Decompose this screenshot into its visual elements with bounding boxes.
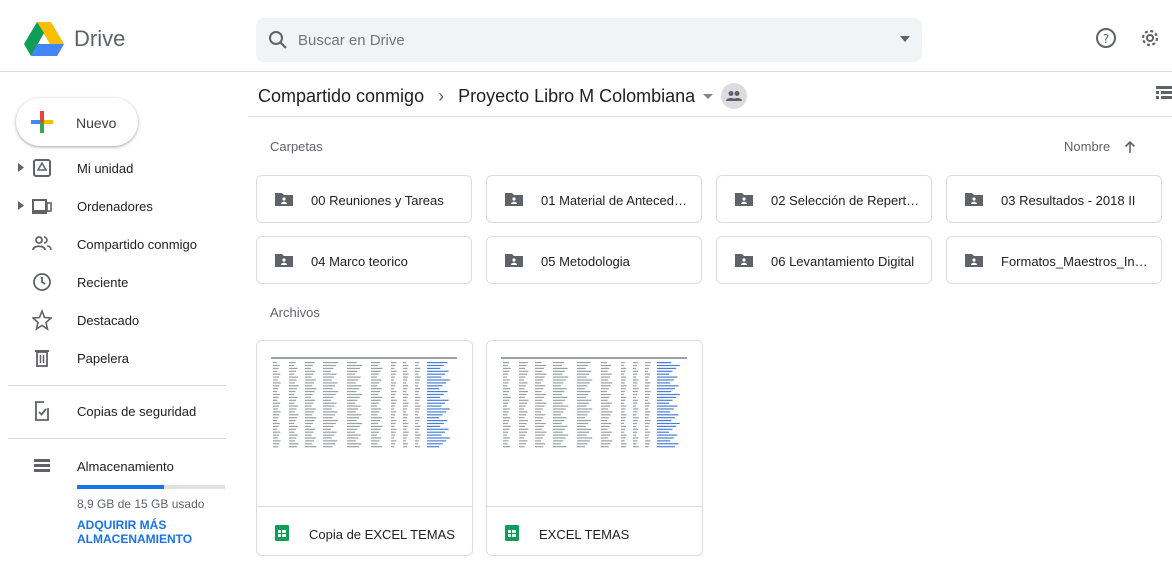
sidebar-item-label: Destacado <box>77 313 140 328</box>
folder-menu-dropdown-icon[interactable] <box>703 93 714 99</box>
breadcrumb: Compartido conmigo › Proyecto Libro M Co… <box>258 83 748 109</box>
new-button[interactable]: Nuevo <box>16 98 138 146</box>
new-button-label: Nuevo <box>76 115 117 131</box>
sidebar-item-label: Ordenadores <box>77 199 153 214</box>
sidebar-item-computers[interactable]: Ordenadores <box>0 188 230 224</box>
expand-arrow-icon[interactable] <box>18 163 24 172</box>
help-icon[interactable]: ? <box>1094 26 1118 50</box>
sidebar-item-my-drive[interactable]: Mi unidad <box>0 150 230 186</box>
folder-name: 02 Selección de Repertori... <box>771 193 921 208</box>
buy-storage-link[interactable]: ADQUIRIR MÁS ALMACENAMIENTO <box>77 518 217 546</box>
shared-folder-icon <box>965 193 983 206</box>
search-input[interactable] <box>298 31 858 49</box>
breadcrumb-item-current-folder[interactable]: Proyecto Libro M Colombiana <box>458 86 695 107</box>
folder-name: 00 Reuniones y Tareas <box>311 193 444 208</box>
sidebar-item-storage[interactable]: Almacenamiento <box>0 448 230 484</box>
folder-card[interactable]: 04 Marco teorico <box>256 236 472 284</box>
trash-icon <box>35 350 49 367</box>
sidebar-item-label: Almacenamiento <box>77 459 174 474</box>
settings-icon[interactable] <box>1138 26 1162 50</box>
drive-logo-icon <box>24 22 64 56</box>
sidebar-item-label: Mi unidad <box>77 161 134 176</box>
google-sheets-icon <box>275 525 289 541</box>
search-options-icon[interactable] <box>900 36 910 42</box>
computer-icon <box>32 199 52 214</box>
storage-icon <box>34 459 50 472</box>
folder-card[interactable]: Formatos_Maestros_Inve... <box>946 236 1162 284</box>
folder-card[interactable]: 00 Reuniones y Tareas <box>256 175 472 223</box>
file-name: Copia de EXCEL TEMAS <box>309 527 455 542</box>
file-thumbnail <box>487 341 702 507</box>
top-bar: Drive ? <box>0 0 1172 72</box>
sidebar-item-shared-with-me[interactable]: Compartido conmigo <box>0 226 230 262</box>
sidebar-divider <box>8 385 226 386</box>
people-icon <box>32 236 52 251</box>
sidebar-item-label: Papelera <box>77 351 130 366</box>
folder-card[interactable]: 01 Material de Anteceden... <box>486 175 702 223</box>
arrow-up-icon[interactable] <box>1124 140 1136 153</box>
shared-folder-icon <box>505 254 523 267</box>
search-bar[interactable] <box>256 18 922 62</box>
folder-card[interactable]: 03 Resultados - 2018 II <box>946 175 1162 223</box>
shared-folder-icon <box>735 254 753 267</box>
file-name: EXCEL TEMAS <box>539 527 630 542</box>
svg-text:?: ? <box>1103 32 1109 46</box>
storage-usage-text: 8,9 GB de 15 GB usado <box>77 497 205 511</box>
spreadsheet-preview-image <box>271 357 457 448</box>
sort-control[interactable]: Nombre <box>1064 139 1136 154</box>
sidebar-item-backups[interactable]: Copias de seguridad <box>0 393 230 429</box>
folder-name: 01 Material de Anteceden... <box>541 193 691 208</box>
search-icon[interactable] <box>266 28 290 52</box>
shared-folder-icon <box>275 254 293 267</box>
shared-folder-icon <box>275 193 293 206</box>
clock-icon <box>33 273 51 291</box>
storage-usage-fill <box>77 485 165 489</box>
sidebar-item-label: Reciente <box>77 275 129 290</box>
breadcrumb-item-shared[interactable]: Compartido conmigo <box>258 86 424 107</box>
backup-icon <box>35 401 49 421</box>
app-name: Drive <box>74 26 126 51</box>
file-card[interactable]: Copia de EXCEL TEMAS <box>256 340 473 556</box>
drive-icon <box>33 159 51 177</box>
plus-icon <box>31 111 53 133</box>
list-view-icon[interactable] <box>1156 86 1172 100</box>
main-divider <box>248 116 1172 117</box>
drive-logo[interactable]: Drive <box>24 22 125 56</box>
folder-name: 05 Metodologia <box>541 254 630 269</box>
shared-folder-icon <box>735 193 753 206</box>
folder-card[interactable]: 05 Metodologia <box>486 236 702 284</box>
sidebar-item-trash[interactable]: Papelera <box>0 340 230 376</box>
shared-folder-icon <box>965 254 983 267</box>
sidebar-item-starred[interactable]: Destacado <box>0 302 230 338</box>
star-icon <box>32 309 52 331</box>
folder-card[interactable]: 02 Selección de Repertori... <box>716 175 932 223</box>
shared-folder-icon <box>505 193 523 206</box>
folder-name: 04 Marco teorico <box>311 254 408 269</box>
google-sheets-icon <box>505 525 519 541</box>
sidebar-item-recent[interactable]: Reciente <box>0 264 230 300</box>
sidebar-item-label: Compartido conmigo <box>77 237 197 252</box>
files-section-title: Archivos <box>270 305 320 320</box>
folder-name: 03 Resultados - 2018 II <box>1001 193 1136 208</box>
folder-name: Formatos_Maestros_Inve... <box>1001 254 1151 269</box>
spreadsheet-preview-image <box>501 357 687 448</box>
breadcrumb-separator-icon: › <box>438 85 445 106</box>
file-thumbnail <box>257 341 472 507</box>
folders-section-title: Carpetas <box>270 139 323 154</box>
folder-name: 06 Levantamiento Digital <box>771 254 915 269</box>
storage-usage-bar <box>77 485 225 489</box>
file-card[interactable]: EXCEL TEMAS <box>486 340 703 556</box>
sidebar-item-label: Copias de seguridad <box>77 404 197 419</box>
sidebar-divider <box>8 438 226 439</box>
expand-arrow-icon[interactable] <box>18 201 24 210</box>
shared-folder-icon[interactable] <box>721 83 748 109</box>
folder-card[interactable]: 06 Levantamiento Digital <box>716 236 932 284</box>
sort-label: Nombre <box>1064 139 1111 154</box>
